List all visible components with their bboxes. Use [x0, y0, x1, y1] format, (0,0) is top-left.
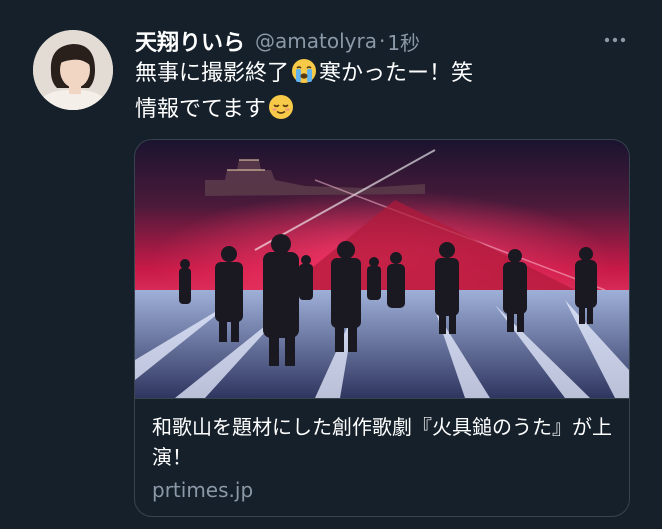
more-icon [604, 37, 626, 43]
avatar-image [33, 30, 113, 110]
card-divider [135, 398, 629, 399]
card-domain[interactable]: prtimes.jp [152, 476, 253, 504]
display-name[interactable]: 天翔りいら [135, 25, 245, 57]
crying-face-emoji-icon [291, 58, 317, 94]
timestamp[interactable]: 1秒 [387, 27, 420, 56]
tweet-text-part: 無事に撮影終了 [135, 61, 290, 86]
avatar[interactable] [33, 30, 113, 110]
stage-photo-image [135, 140, 629, 398]
card-image[interactable] [135, 140, 629, 398]
link-card[interactable]: 和歌山を題材にした創作歌劇『火具鎚のうた』が上演！ prtimes.jp [134, 139, 630, 517]
separator-dot: · [378, 29, 386, 53]
tweet-text-part: 情報でてます [135, 97, 266, 122]
tweet-text-line-1: 無事に撮影終了 寒かったー！笑 [135, 58, 635, 94]
tweet-text: 無事に撮影終了 寒かったー！笑 情報でてます [135, 58, 635, 130]
tweet-text-part: 寒かったー！笑 [319, 61, 474, 86]
tweet-text-line-2: 情報でてます [135, 94, 635, 130]
relieved-face-emoji-icon [268, 94, 294, 130]
more-options-button[interactable] [600, 28, 630, 52]
tweet[interactable]: 天翔りいら @amatolyra · 1秒 無事に撮影終了 寒かったー！笑 情報で… [0, 0, 662, 529]
tweet-header: 天翔りいら @amatolyra · 1秒 [135, 24, 420, 58]
card-title[interactable]: 和歌山を題材にした創作歌劇『火具鎚のうた』が上演！ [152, 412, 614, 472]
user-handle[interactable]: @amatolyra [255, 29, 377, 53]
